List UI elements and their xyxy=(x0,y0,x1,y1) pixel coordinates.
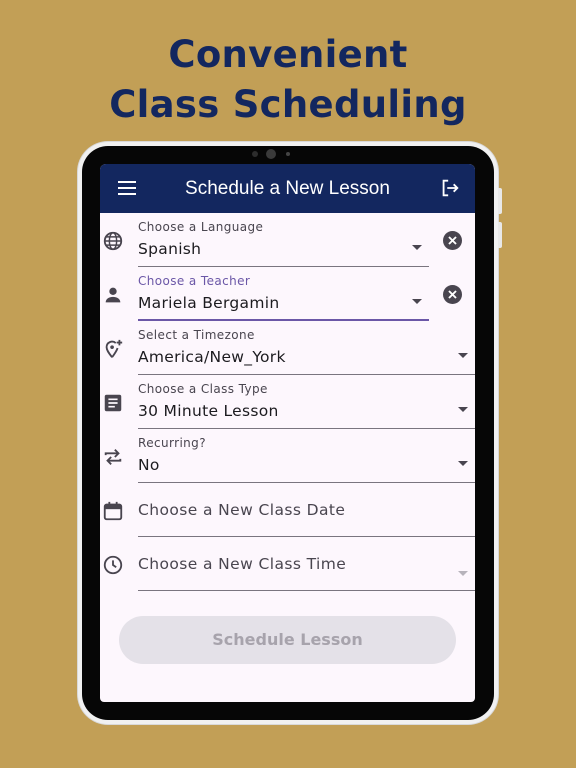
camera-dot-left xyxy=(252,151,258,157)
language-label: Choose a Language xyxy=(138,220,264,234)
language-value: Spanish xyxy=(138,240,202,258)
chevron-down-icon xyxy=(458,571,468,576)
class-type-row: Choose a Class Type 30 Minute Lesson xyxy=(100,375,475,429)
article-icon xyxy=(104,394,122,412)
app-screen: Schedule a New Lesson Choose a Language … xyxy=(100,164,475,702)
teacher-value: Mariela Bergamin xyxy=(138,294,280,312)
volume-button xyxy=(498,188,502,214)
recurring-label: Recurring? xyxy=(138,436,206,450)
time-picker-field[interactable]: Choose a New Class Time xyxy=(138,537,475,591)
marketing-headline: Convenient Class Scheduling xyxy=(0,30,576,130)
location-add-icon xyxy=(105,339,123,358)
clear-teacher-icon[interactable] xyxy=(443,285,462,304)
class-type-label: Choose a Class Type xyxy=(138,382,268,396)
timezone-select[interactable]: Select a Timezone America/New_York xyxy=(138,321,475,375)
schedule-lesson-button[interactable]: Schedule Lesson xyxy=(119,616,456,664)
language-select[interactable]: Choose a Language Spanish xyxy=(138,213,429,267)
recurring-value: No xyxy=(138,456,160,474)
date-placeholder: Choose a New Class Date xyxy=(138,501,346,519)
chevron-down-icon xyxy=(458,353,468,358)
language-row: Choose a Language Spanish xyxy=(100,213,475,267)
power-button xyxy=(498,222,502,248)
app-bar: Schedule a New Lesson xyxy=(100,164,475,213)
logout-icon[interactable] xyxy=(439,177,461,199)
headline-line-2: Class Scheduling xyxy=(109,83,467,126)
teacher-row: Choose a Teacher Mariela Bergamin xyxy=(100,267,475,321)
headline-line-1: Convenient xyxy=(168,33,408,76)
date-picker-field[interactable]: Choose a New Class Date xyxy=(138,483,475,537)
teacher-select[interactable]: Choose a Teacher Mariela Bergamin xyxy=(138,267,429,321)
calendar-icon xyxy=(103,501,123,521)
time-row: Choose a New Class Time xyxy=(100,537,475,591)
camera-lens xyxy=(266,149,276,159)
chevron-down-icon xyxy=(412,245,422,250)
chevron-down-icon xyxy=(458,461,468,466)
globe-icon xyxy=(103,231,123,251)
time-placeholder: Choose a New Class Time xyxy=(138,555,347,573)
recurring-select[interactable]: Recurring? No xyxy=(138,429,475,483)
chevron-down-icon xyxy=(458,407,468,412)
camera-dot-right xyxy=(286,152,290,156)
chevron-down-icon xyxy=(412,299,422,304)
timezone-row: Select a Timezone America/New_York xyxy=(100,321,475,375)
clock-icon xyxy=(103,555,123,575)
page-title: Schedule a New Lesson xyxy=(185,177,390,199)
class-type-value: 30 Minute Lesson xyxy=(138,402,279,420)
clear-language-icon[interactable] xyxy=(443,231,462,250)
timezone-label: Select a Timezone xyxy=(138,328,255,342)
timezone-value: America/New_York xyxy=(138,348,286,366)
person-icon xyxy=(105,287,121,303)
teacher-label: Choose a Teacher xyxy=(138,274,251,288)
date-row: Choose a New Class Date xyxy=(100,483,475,537)
recurring-row: Recurring? No xyxy=(100,429,475,483)
repeat-icon xyxy=(104,449,122,465)
class-type-select[interactable]: Choose a Class Type 30 Minute Lesson xyxy=(138,375,475,429)
